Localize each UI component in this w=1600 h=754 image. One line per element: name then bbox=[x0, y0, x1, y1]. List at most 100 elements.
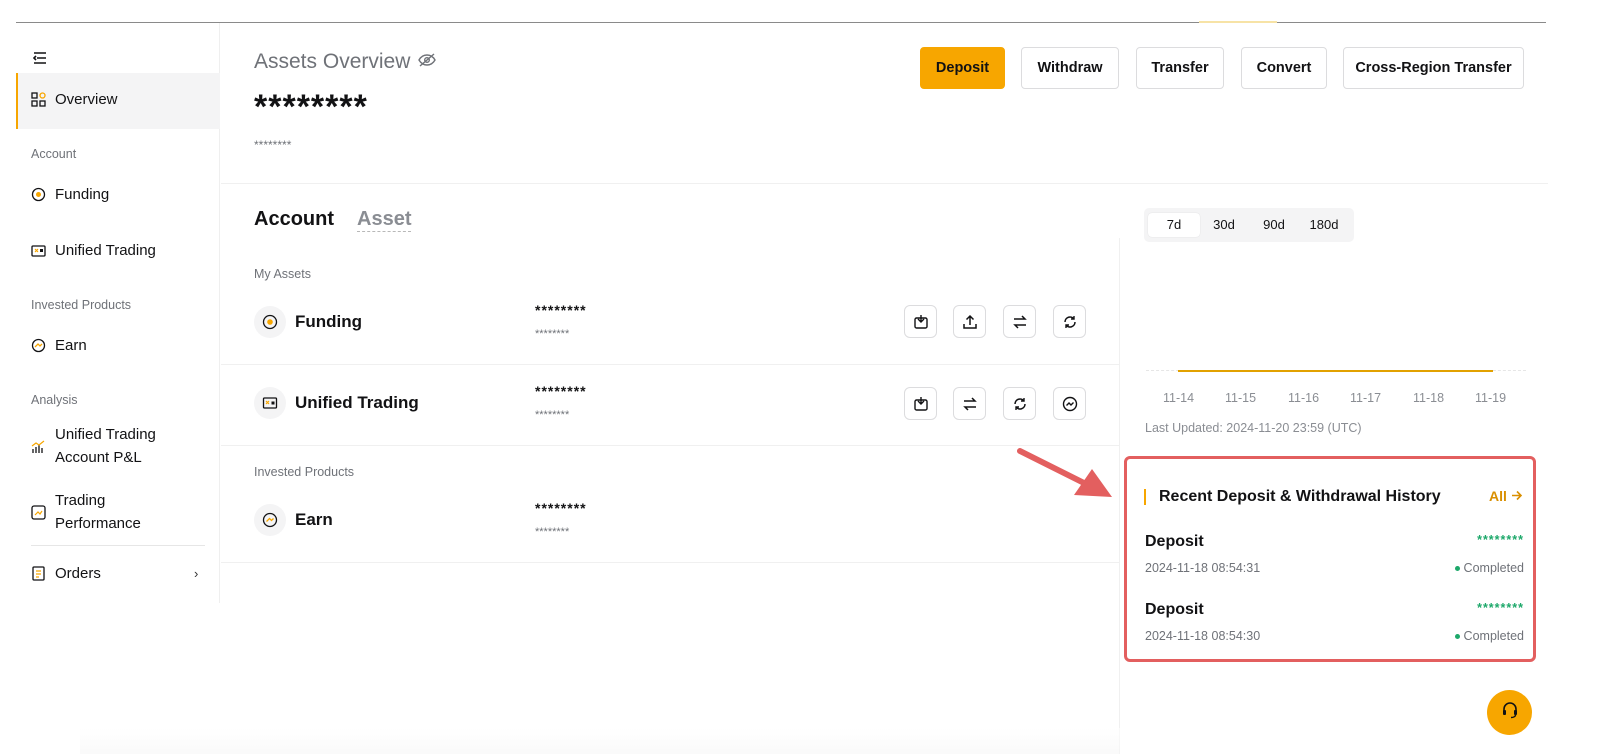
invested-products-label: Invested Products bbox=[254, 465, 355, 479]
sidebar-item-unified-trading-pnl[interactable]: Unified Trading Account P&L bbox=[31, 423, 156, 469]
transfer-action-icon[interactable] bbox=[953, 387, 986, 420]
support-chat-button[interactable] bbox=[1487, 690, 1532, 735]
page-title: Assets Overview bbox=[254, 50, 411, 73]
headset-icon bbox=[1500, 700, 1520, 725]
sidebar-item-label: Earn bbox=[55, 337, 87, 354]
eye-off-icon[interactable] bbox=[418, 52, 437, 72]
last-updated-text: Last Updated: 2024-11-20 23:59 (UTC) bbox=[1145, 421, 1362, 435]
annotation-arrow-icon bbox=[1017, 448, 1112, 497]
sidebar-group-analysis: Analysis bbox=[31, 393, 78, 407]
sidebar-item-overview[interactable]: Overview bbox=[31, 91, 118, 108]
sidebar-item-label: Unified Trading bbox=[55, 426, 156, 443]
sidebar-item-label-wrap: Trading Performance bbox=[55, 489, 141, 535]
sidebar-item-unified-trading[interactable]: Unified Trading bbox=[31, 242, 156, 259]
top-divider bbox=[16, 22, 1546, 23]
transfer-action-icon[interactable] bbox=[1003, 305, 1036, 338]
asset-subvalue: ******** bbox=[535, 328, 570, 340]
x-tick-label: 11-17 bbox=[1350, 391, 1382, 405]
sidebar-item-label: Unified Trading bbox=[55, 242, 156, 259]
earn-icon bbox=[31, 338, 46, 353]
trend-action-icon[interactable] bbox=[1053, 387, 1086, 420]
arrow-right-icon bbox=[1511, 488, 1523, 504]
row-divider bbox=[221, 445, 1119, 446]
deposit-action-icon[interactable] bbox=[904, 387, 937, 420]
asset-value: ******** bbox=[535, 500, 587, 516]
history-title-accent bbox=[1144, 489, 1146, 505]
sidebar-item-earn[interactable]: Earn bbox=[31, 337, 87, 354]
sidebar-group-account: Account bbox=[31, 147, 77, 161]
sidebar-divider bbox=[31, 545, 205, 546]
history-status-label: Completed bbox=[1463, 561, 1524, 575]
asset-value: ******** bbox=[535, 302, 587, 318]
earn-icon bbox=[254, 504, 286, 536]
deposit-action-icon[interactable] bbox=[904, 305, 937, 338]
asset-row-funding[interactable]: Funding bbox=[254, 306, 362, 338]
history-item-status: Completed bbox=[1454, 561, 1524, 575]
convert-button[interactable]: Convert bbox=[1241, 47, 1327, 89]
history-item-type: Deposit bbox=[1145, 533, 1204, 550]
history-item-date: 2024-11-18 08:54:30 bbox=[1145, 629, 1261, 643]
history-all-link[interactable]: All bbox=[1489, 488, 1523, 504]
sidebar-item-label: Trading bbox=[55, 492, 106, 509]
bottom-shadow bbox=[80, 728, 1120, 754]
tab-account[interactable]: Account bbox=[254, 208, 334, 231]
coin-icon bbox=[254, 306, 286, 338]
history-item-amount: ******** bbox=[1477, 533, 1524, 547]
chevron-right-icon: › bbox=[194, 566, 199, 581]
history-title: Recent Deposit & Withdrawal History bbox=[1159, 488, 1441, 505]
sidebar-item-funding[interactable]: Funding bbox=[31, 186, 109, 203]
history-item-date: 2024-11-18 08:54:31 bbox=[1145, 561, 1261, 575]
history-status-label: Completed bbox=[1463, 629, 1524, 643]
asset-name-label: Funding bbox=[295, 312, 363, 331]
total-balance: ******** bbox=[254, 88, 368, 126]
sidebar-item-label: Performance bbox=[55, 515, 141, 532]
status-dot-icon bbox=[1454, 634, 1460, 640]
sidebar-group-invested: Invested Products bbox=[31, 298, 132, 312]
asset-row-unified-trading[interactable]: Unified Trading bbox=[254, 387, 419, 419]
sidebar-item-label: Funding bbox=[55, 186, 110, 203]
x-tick-label: 11-14 bbox=[1163, 391, 1195, 405]
collapse-menu-icon[interactable] bbox=[32, 51, 49, 65]
row-divider bbox=[221, 364, 1119, 365]
withdraw-action-icon[interactable] bbox=[953, 305, 986, 338]
period-selector: 7d 30d 90d 180d bbox=[1144, 208, 1354, 242]
deposit-button[interactable]: Deposit bbox=[920, 47, 1005, 89]
page-title-row: Assets Overview bbox=[254, 50, 437, 74]
convert-action-icon[interactable] bbox=[1003, 387, 1036, 420]
history-all-label: All bbox=[1489, 488, 1507, 504]
tab-asset[interactable]: Asset bbox=[357, 208, 412, 232]
row-divider bbox=[221, 562, 1119, 563]
top-accent-line bbox=[1199, 21, 1277, 23]
asset-subvalue: ******** bbox=[535, 409, 570, 421]
period-180d[interactable]: 180d bbox=[1300, 213, 1348, 237]
period-30d[interactable]: 30d bbox=[1200, 213, 1248, 237]
asset-subvalue: ******** bbox=[535, 526, 570, 538]
history-item-type: Deposit bbox=[1145, 601, 1204, 618]
sidebar-item-orders[interactable]: Orders bbox=[31, 565, 101, 582]
sidebar-item-label-wrap: Unified Trading Account P&L bbox=[55, 423, 156, 469]
convert-action-icon[interactable] bbox=[1053, 305, 1086, 338]
bar-chart-icon bbox=[31, 439, 46, 454]
sidebar-item-trading-performance[interactable]: Trading Performance bbox=[31, 489, 141, 535]
status-dot-icon bbox=[1454, 566, 1460, 572]
history-item-amount: ******** bbox=[1477, 601, 1524, 615]
wallet-icon bbox=[31, 243, 46, 258]
total-balance-fiat: ******** bbox=[254, 138, 292, 152]
period-90d[interactable]: 90d bbox=[1250, 213, 1298, 237]
wallet-icon bbox=[254, 387, 286, 419]
orders-icon bbox=[31, 566, 46, 581]
asset-row-earn[interactable]: Earn bbox=[254, 504, 333, 536]
asset-name-label: Unified Trading bbox=[295, 393, 419, 412]
transfer-button[interactable]: Transfer bbox=[1136, 47, 1224, 89]
header-divider bbox=[221, 183, 1548, 184]
cross-region-transfer-button[interactable]: Cross-Region Transfer bbox=[1343, 47, 1524, 89]
performance-icon bbox=[31, 504, 46, 520]
chart-series-line bbox=[1178, 370, 1493, 372]
overview-icon bbox=[31, 92, 46, 107]
asset-value: ******** bbox=[535, 383, 587, 399]
period-7d[interactable]: 7d bbox=[1148, 213, 1200, 237]
withdraw-button[interactable]: Withdraw bbox=[1021, 47, 1119, 89]
x-tick-label: 11-16 bbox=[1288, 391, 1320, 405]
panel-divider bbox=[1119, 238, 1120, 754]
sidebar-item-label: Orders bbox=[55, 565, 101, 582]
